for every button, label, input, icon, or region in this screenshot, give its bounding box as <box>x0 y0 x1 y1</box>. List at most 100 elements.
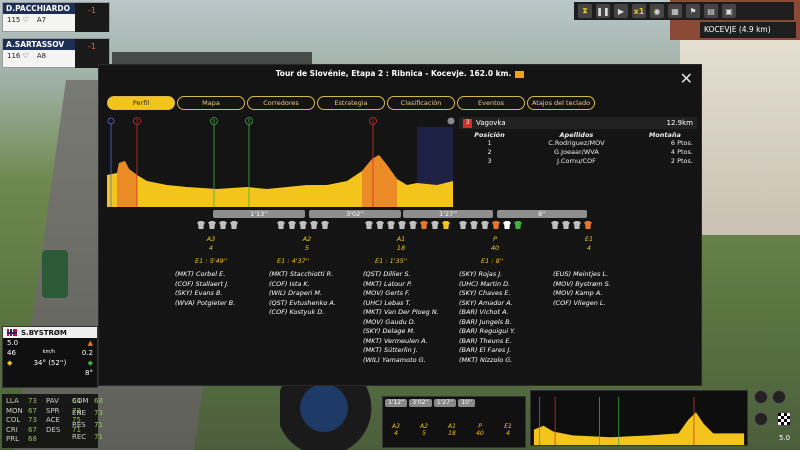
hourglass-icon[interactable]: ⧗ <box>578 4 592 18</box>
list-item[interactable]: (MKT) Vermeulen A. <box>363 337 439 347</box>
camera-icon <box>515 70 525 78</box>
stage-profile[interactable]: 3 5 5 1 <box>107 115 457 207</box>
speed-button[interactable]: x1 <box>632 4 646 18</box>
jersey-icon: ◆ <box>7 359 13 367</box>
list-item[interactable]: (BAR) Theuns E. <box>459 337 515 347</box>
list-item[interactable]: (WIL) Yamamoto G. <box>363 356 439 366</box>
rider-panel[interactable]: S.BYSTRØM 5.0 ▲ 46 km/h 0.2 ◆ 34° (52'') ◆ 8° <box>2 326 98 388</box>
list-item[interactable]: (BAR) Reguigui Y. <box>459 327 515 337</box>
gap-bar: 1'12'' <box>385 399 408 407</box>
temp-value: 34° (52'') <box>33 359 67 367</box>
list-item[interactable]: (MOV) Gaudu D. <box>363 318 439 328</box>
tab-atajos[interactable]: Atajos del teclado <box>527 96 595 110</box>
gap-bar: 1'13'' <box>213 210 305 218</box>
list-item[interactable]: (MKT) Stacchiotti R. <box>269 270 336 280</box>
checkered-flag-icon[interactable] <box>777 412 792 426</box>
flag-icon[interactable]: ⚑ <box>686 4 700 18</box>
bottom-gaps-widget[interactable]: 1'12'' 3'02'' 1'27'' 10'' A3 4 A2 5 A1 18 P… <box>382 396 526 448</box>
shirt-icon <box>442 221 450 229</box>
list-item[interactable]: (UHC) Lebas T. <box>363 299 439 309</box>
energy-value: 115 ♡ <box>7 16 29 24</box>
checkpoint: A3 4 <box>206 235 216 252</box>
refresh-icon[interactable] <box>772 390 786 404</box>
tab-perfil[interactable]: Perfil <box>107 96 175 110</box>
shirt-icon <box>219 221 227 229</box>
list-item[interactable]: (COF) Ista K. <box>269 280 336 290</box>
list-item[interactable]: (SKY) Evans B. <box>175 289 235 299</box>
group-shirts <box>277 221 329 229</box>
list-item[interactable]: (BAR) Vichot A. <box>459 308 515 318</box>
close-icon[interactable]: ✕ <box>680 69 693 88</box>
list-item[interactable]: (SKY) Delage M. <box>363 327 439 337</box>
checkpoint: A2 5 <box>420 423 428 437</box>
tab-mapa[interactable]: Mapa <box>177 96 245 110</box>
shirt-icon <box>365 221 373 229</box>
list-item[interactable]: (MKT) Corbel E. <box>175 270 235 280</box>
pause-button[interactable]: ❚❚ <box>596 4 610 18</box>
shirt-icon <box>208 221 216 229</box>
list-item[interactable]: (WVA) Potgieter B. <box>175 299 235 309</box>
group-shirts <box>197 221 238 229</box>
group-time: E1 : 1'35'' <box>375 257 408 265</box>
play-button[interactable]: ▶ <box>614 4 628 18</box>
list-item[interactable]: (COF) Kostyuk D. <box>269 308 336 318</box>
rider-tag[interactable]: D.PACCHIARDO 115 ♡ A7 -1 <box>2 2 110 32</box>
shirt-icon <box>584 221 592 229</box>
list-item[interactable]: (MKT) Nizzolo G. <box>459 356 515 366</box>
list-item[interactable]: (QST) Dillier S. <box>363 270 439 280</box>
zoom-level: 5.0 <box>779 434 791 442</box>
list-item[interactable]: (UHC) Martin D. <box>459 280 515 290</box>
list-item[interactable]: (COF) Stallaert J. <box>175 280 235 290</box>
table-row: 3 J.Cornu/COF 2 Ptos. <box>487 157 693 165</box>
checkpoint: E1 4 <box>504 423 512 437</box>
scroll-handle-icon <box>447 117 455 125</box>
list-item[interactable]: (QST) Evtushenko A. <box>269 299 336 309</box>
list-item[interactable]: (EUS) Meintjes L. <box>553 270 611 280</box>
list-item[interactable]: (SKY) Amador A. <box>459 299 515 309</box>
list-item[interactable]: (MOV) Bystrøm S. <box>553 280 611 290</box>
list-item[interactable]: (SKY) Rojas J. <box>459 270 515 280</box>
calendar-icon[interactable]: ▤ <box>704 4 718 18</box>
list-item[interactable]: (MKT) Sütterlin J. <box>363 346 439 356</box>
table-row: 2 G.Joeaar/WVA 4 Ptos. <box>487 148 693 156</box>
list-item[interactable]: (SKY) Chaves E. <box>459 289 515 299</box>
shirt-icon <box>310 221 318 229</box>
position-value: 8° <box>85 369 93 377</box>
game-controls: ⧗ ❚❚ ▶ x1 ◉ ▦ ⚑ ▤ ▣ <box>574 2 794 20</box>
grid-icon[interactable]: ▦ <box>668 4 682 18</box>
list-item[interactable]: (MOV) Kamp A. <box>553 289 611 299</box>
shirt-icon <box>299 221 307 229</box>
tab-clasificacion[interactable]: Clasificación <box>387 96 455 110</box>
tab-estrategia[interactable]: Estrategia <box>317 96 385 110</box>
list-item[interactable]: (MOV) Gerts F. <box>363 289 439 299</box>
tab-corredores[interactable]: Corredores <box>247 96 315 110</box>
list-item[interactable]: (COF) Vliegen L. <box>553 299 611 309</box>
mini-profile[interactable] <box>530 390 748 446</box>
heart-icon: ♡ <box>22 52 29 60</box>
eye-icon[interactable]: ◉ <box>650 4 664 18</box>
shirt-icon <box>431 221 439 229</box>
tab-eventos[interactable]: Eventos <box>457 96 525 110</box>
list-item[interactable]: (WIL) Draperi M. <box>269 289 336 299</box>
group-shirts <box>365 221 450 229</box>
green-jersey-icon: ◆ <box>87 359 93 367</box>
shirt-icon <box>398 221 406 229</box>
shirt-icon <box>551 221 559 229</box>
checkpoint: P 40 <box>476 423 484 437</box>
gap-bar: 10'' <box>458 399 476 407</box>
list-item[interactable]: (BAR) Jungels B. <box>459 318 515 328</box>
group-time: E1 : 5'49'' <box>195 257 228 265</box>
energy-value: 116 ♡ <box>7 52 29 60</box>
list-item[interactable]: (MKT) Latour P. <box>363 280 439 290</box>
list-item[interactable]: (MKT) Van Der Ploeg N. <box>363 308 439 318</box>
map-icon[interactable]: ▣ <box>722 4 736 18</box>
rider-tag[interactable]: A.SARTASSOV 116 ♡ A8 -1 <box>2 38 110 68</box>
power-icon[interactable] <box>754 412 768 426</box>
shirt-icon <box>492 221 500 229</box>
group-time: E1 : 4'37'' <box>277 257 310 265</box>
list-item[interactable]: (BAR) El Fares J. <box>459 346 515 356</box>
shirt-icon <box>573 221 581 229</box>
climb-name: Vagovka <box>476 119 506 127</box>
shirt-icon <box>288 221 296 229</box>
swap-icon[interactable] <box>754 390 768 404</box>
